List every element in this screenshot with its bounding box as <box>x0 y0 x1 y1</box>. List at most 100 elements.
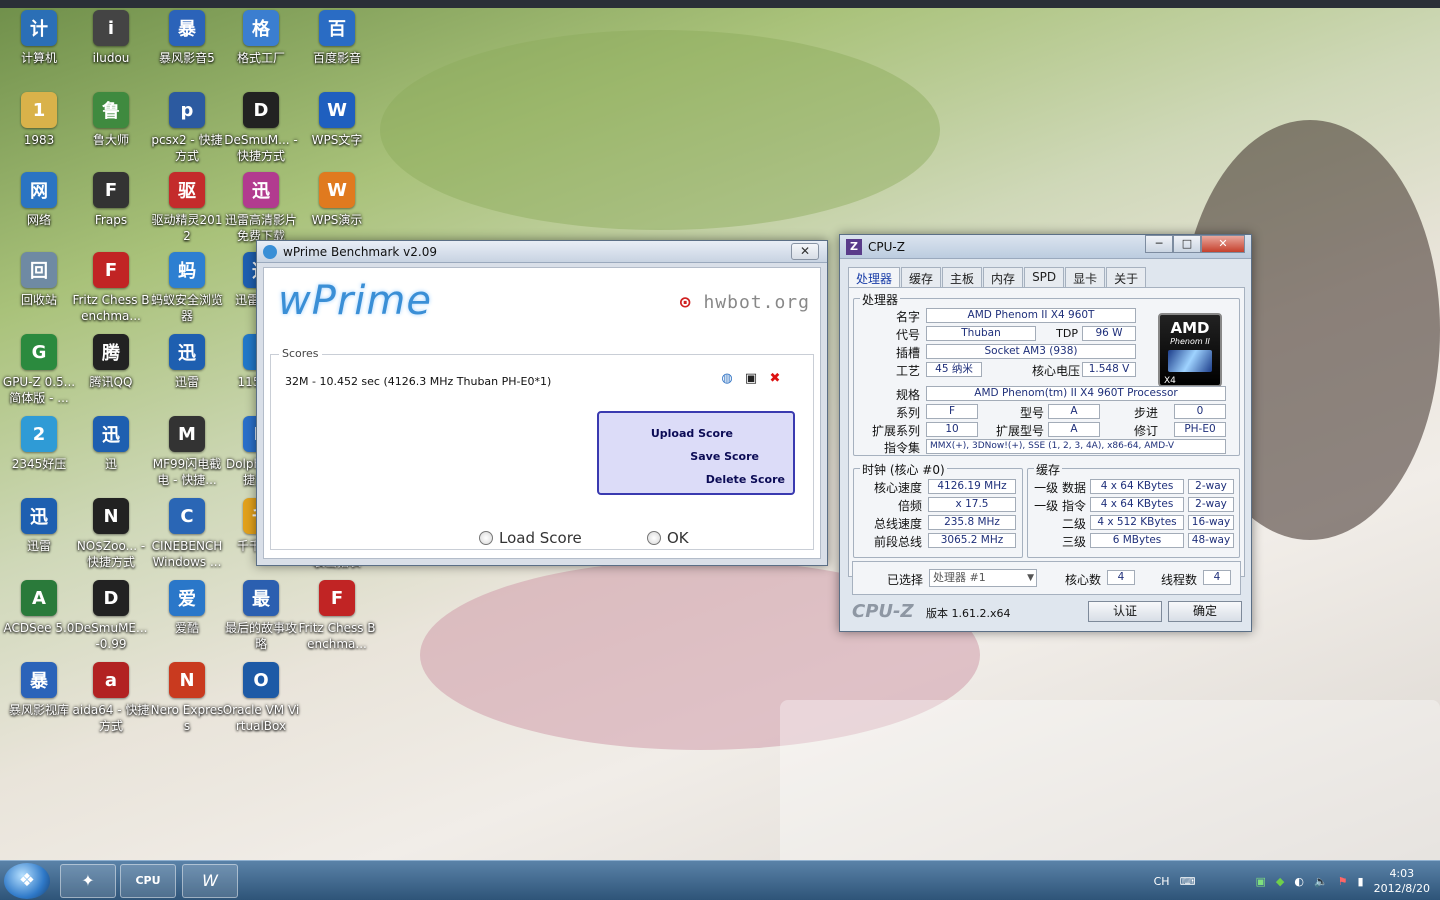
desktop-icon[interactable]: D DeSmuM... - 快捷方式 <box>222 92 300 172</box>
ok-option[interactable]: OK <box>647 529 689 547</box>
clock[interactable]: 4:03 2012/8/20 <box>1374 866 1430 896</box>
volume-icon[interactable]: 🔈 <box>1314 875 1328 888</box>
tab-memory[interactable]: 内存 <box>983 267 1024 287</box>
desktop-icon-label: 最后的故事攻略 <box>224 621 297 651</box>
specification-label: 规格 <box>895 388 920 402</box>
ok-radio[interactable] <box>647 531 661 545</box>
processor-select[interactable]: 处理器 #1 ▼ <box>929 569 1037 587</box>
load-score-radio[interactable] <box>479 531 493 545</box>
desktop-icon[interactable]: O Oracle VM VirtualBox <box>222 662 300 742</box>
tab-mainboard[interactable]: 主板 <box>942 267 983 287</box>
core-speed-value: 4126.19 MHz <box>928 479 1016 494</box>
desktop-icon[interactable]: 计计算机 <box>0 10 78 90</box>
desktop-icon[interactable]: 迅迅雷 <box>148 334 226 414</box>
network-tray-icon[interactable]: ▣ <box>1255 875 1265 888</box>
power-tray-icon[interactable]: ◐ <box>1294 875 1304 888</box>
selection-label: 已选择 <box>886 573 923 587</box>
desktop-icon[interactable]: 1 1983 <box>0 92 78 172</box>
close-button[interactable]: ✕ <box>1201 235 1245 253</box>
upload-score-item[interactable]: Upload Score <box>651 427 733 440</box>
signal-icon[interactable]: ▮ <box>1358 875 1364 888</box>
desktop-icon[interactable]: 腾腾讯QQ <box>72 334 150 414</box>
desktop-icon[interactable]: 蚂蚂蚁安全浏览器 <box>148 252 226 332</box>
desktop-icon-label: pcsx2 - 快捷方式 <box>151 133 223 163</box>
desktop-icon-label: 2345好压 <box>11 457 67 471</box>
save-disk-icon[interactable]: ▣ <box>743 371 759 387</box>
desktop-icon[interactable]: N NO$Zoo... - 快捷方式 <box>72 498 150 578</box>
desktop-icon[interactable]: 鲁鲁大师 <box>72 92 150 172</box>
minimize-button[interactable]: ─ <box>1145 235 1173 253</box>
gpu-tray-icon[interactable]: ◆ <box>1276 875 1284 888</box>
maximize-button[interactable]: □ <box>1173 235 1201 253</box>
validate-button[interactable]: 认证 <box>1088 601 1162 622</box>
ext-model-label: 扩展型号 <box>995 424 1044 438</box>
desktop-icon-label: iludou <box>92 51 130 65</box>
taskbar-item-wand[interactable]: ✦ <box>60 864 116 898</box>
delete-x-icon[interactable]: ✖ <box>767 371 783 387</box>
upload-globe-icon[interactable]: ◍ <box>719 371 735 387</box>
desktop-icon[interactable]: a aida64 - 快捷方式 <box>72 662 150 742</box>
desktop-icon[interactable]: p pcsx2 - 快捷方式 <box>148 92 226 172</box>
taskbar-item-cpuz[interactable]: CPU <box>120 864 176 898</box>
desktop-icon[interactable]: 2 2345好压 <box>0 416 78 496</box>
desktop-icon[interactable]: D DeSmuME... -0.99 <box>72 580 150 660</box>
wprime-titlebar[interactable]: wPrime Benchmark v2.09 <box>257 241 827 263</box>
ok-button[interactable]: 确定 <box>1168 601 1242 622</box>
network-icon: 网 <box>21 172 57 208</box>
clocks-group: 时钟 (核心 #0) 核心速度 4126.19 MHz 倍频 x 17.5 总线… <box>853 461 1023 558</box>
desktop-icon[interactable]: C CINEBENCH Windows ... <box>148 498 226 578</box>
desktop-icon[interactable]: M MF99闪电截电 - 快捷... <box>148 416 226 496</box>
desktop-icon[interactable]: 暴暴风影视库 <box>0 662 78 742</box>
desktop-icon[interactable]: W WPS文字 <box>298 92 376 172</box>
language-indicator[interactable]: CH <box>1154 875 1170 888</box>
desktop-icon[interactable]: 迅迅雷 <box>0 498 78 578</box>
hwbot-logo[interactable]: ⊙ hwbot.org <box>680 292 810 313</box>
desktop-icon[interactable]: 百百度影音 <box>298 10 376 90</box>
l1-inst-way: 2-way <box>1188 497 1234 512</box>
cache-group-label: 缓存 <box>1034 461 1063 478</box>
desktop-icon[interactable]: 回回收站 <box>0 252 78 332</box>
desktop-icon[interactable]: A ACDSee 5.0 <box>0 580 78 660</box>
taskbar-item-wprime[interactable]: W <box>182 864 238 898</box>
desktop-icon[interactable]: 爱爱酷 <box>148 580 226 660</box>
tab-cache[interactable]: 缓存 <box>901 267 942 287</box>
desktop-icon[interactable]: 网网络 <box>0 172 78 252</box>
close-button[interactable]: ✕ <box>791 243 819 260</box>
flag-icon[interactable]: ⚑ <box>1338 875 1348 888</box>
desktop-icon[interactable]: 驱驱动精灵2012 <box>148 172 226 252</box>
desktop-icon[interactable]: 最最后的故事攻略 <box>222 580 300 660</box>
desktop-icon[interactable]: F Fritz Chess Benchma... <box>298 580 376 660</box>
l1-data-way: 2-way <box>1188 479 1234 494</box>
tab-spd[interactable]: SPD <box>1024 267 1065 287</box>
load-score-option[interactable]: Load Score <box>479 529 582 547</box>
start-button[interactable]: ❖ <box>4 863 50 899</box>
socket-label: 插槽 <box>895 346 920 360</box>
core-speed-label: 核心速度 <box>873 481 922 495</box>
clocks-group-label: 时钟 (核心 #0) <box>860 461 947 478</box>
technology-value: 45 纳米 <box>926 362 982 377</box>
l2-way: 16-way <box>1188 515 1234 530</box>
score-entry[interactable]: 32M - 10.452 sec (4126.3 MHz Thuban PH-E… <box>285 375 551 388</box>
desktop-icon[interactable]: N Nero Express <box>148 662 226 742</box>
desktop-icon[interactable]: F Fraps <box>72 172 150 252</box>
save-score-item[interactable]: Save Score <box>690 450 759 463</box>
computer-icon: 计 <box>21 10 57 46</box>
delete-score-item[interactable]: Delete Score <box>706 473 785 486</box>
technology-label: 工艺 <box>895 364 920 378</box>
keyboard-icon[interactable]: ⌨ <box>1180 875 1196 888</box>
tab-processor[interactable]: 处理器 <box>848 267 901 287</box>
tab-graphics[interactable]: 显卡 <box>1065 267 1106 287</box>
desktop-icon[interactable]: 格格式工厂 <box>222 10 300 90</box>
hwbot-text: hwbot.org <box>703 292 810 313</box>
desktop-icon[interactable]: 暴暴风影音5 <box>148 10 226 90</box>
desktop-icon[interactable]: F Fritz Chess Benchma... <box>72 252 150 332</box>
ok-label: OK <box>667 529 689 547</box>
score-toolbar: ◍ ▣ ✖ <box>719 371 783 387</box>
desktop-icon-label: ACDSee 5.0 <box>3 621 75 635</box>
multiplier-label: 倍频 <box>897 499 922 513</box>
desktop-icon[interactable]: i iludou <box>72 10 150 90</box>
desktop-icon[interactable]: 迅迅 <box>72 416 150 496</box>
desktop-icon[interactable]: G GPU-Z 0.5... 简体版 - ... <box>0 334 78 414</box>
tab-about[interactable]: 关于 <box>1106 267 1147 287</box>
desktop-icon-label: 爱酷 <box>174 621 199 635</box>
